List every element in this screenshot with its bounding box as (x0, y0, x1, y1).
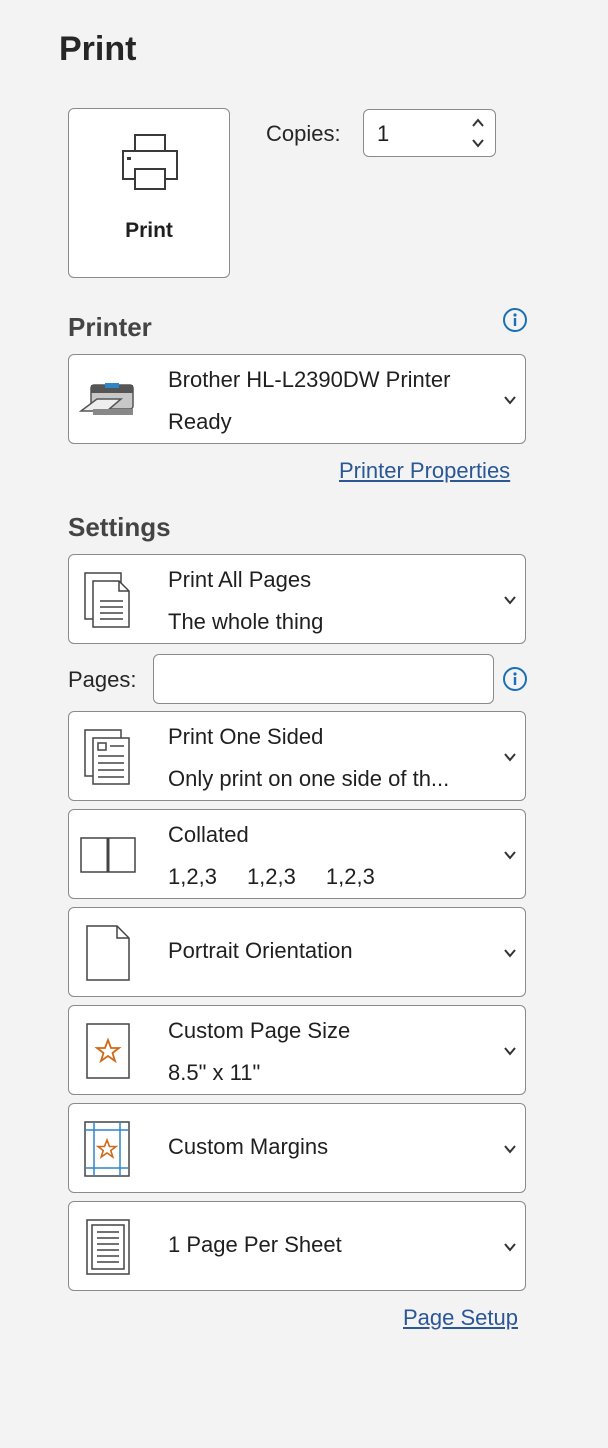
page-title: Print (59, 30, 137, 68)
chevron-down-icon (504, 1243, 516, 1252)
sides-title: Print One Sided (168, 724, 324, 749)
one-sided-icon (84, 729, 130, 785)
copies-label: Copies: (266, 121, 341, 146)
printer-name: Brother HL-L2390DW Printer (168, 367, 451, 392)
chevron-down-icon (504, 1145, 516, 1154)
page-range-subtitle: The whole thing (168, 609, 324, 634)
margins-title: Custom Margins (168, 1134, 329, 1159)
page-size-select[interactable]: Custom Page Size 8.5" x 11" (68, 1005, 526, 1095)
pages-icon (84, 572, 130, 628)
printer-icon (122, 134, 178, 190)
info-icon[interactable] (502, 666, 528, 692)
collation-seq-3: 1,2,3 (325, 864, 375, 889)
printer-status: Ready (168, 409, 232, 434)
chevron-down-icon (504, 1047, 516, 1056)
page-range-title: Print All Pages (168, 567, 312, 592)
page-size-title: Custom Page Size (168, 1018, 351, 1043)
chevron-down-icon (504, 949, 516, 958)
print-button[interactable]: Print (68, 108, 230, 278)
portrait-page-icon (86, 925, 130, 981)
collation-seq-2: 1,2,3 (246, 864, 296, 889)
chevron-down-icon (504, 596, 516, 605)
printer-properties-link[interactable]: Printer Properties (339, 458, 510, 484)
pages-per-sheet-title: 1 Page Per Sheet (168, 1232, 342, 1257)
pages-label: Pages: (68, 667, 137, 692)
chevron-down-icon[interactable] (471, 136, 485, 150)
page-per-sheet-icon (86, 1219, 130, 1275)
printer-select[interactable]: Brother HL-L2390DW Printer Ready (68, 354, 526, 444)
chevron-down-icon (504, 851, 516, 860)
page-size-subtitle: 8.5" x 11" (168, 1060, 261, 1085)
print-button-label: Print (125, 219, 173, 242)
custom-page-size-icon (86, 1023, 130, 1079)
custom-margins-icon (84, 1121, 130, 1177)
chevron-down-icon (504, 396, 516, 405)
page-setup-link[interactable]: Page Setup (403, 1305, 518, 1331)
copies-stepper[interactable]: 1 (363, 109, 496, 157)
page-range-select[interactable]: Print All Pages The whole thing (68, 554, 526, 644)
printer-section-title: Printer (68, 312, 152, 342)
margins-select[interactable]: Custom Margins (68, 1103, 526, 1193)
orientation-select[interactable]: Portrait Orientation (68, 907, 526, 997)
orientation-title: Portrait Orientation (168, 938, 353, 963)
info-icon[interactable] (502, 307, 528, 333)
pages-input[interactable] (153, 654, 494, 704)
pages-per-sheet-select[interactable]: 1 Page Per Sheet (68, 1201, 526, 1291)
collation-select[interactable]: Collated 1,2,3 1,2,3 1,2,3 (68, 809, 526, 899)
chevron-up-icon[interactable] (471, 116, 485, 130)
collation-title: Collated (168, 822, 249, 847)
sides-select[interactable]: Print One Sided Only print on one side o… (68, 711, 526, 801)
collation-sequence: 1,2,3 1,2,3 1,2,3 (168, 864, 405, 890)
copies-value[interactable]: 1 (377, 121, 389, 147)
settings-section-title: Settings (68, 512, 171, 542)
sides-subtitle: Only print on one side of th... (168, 766, 450, 791)
printer-device-icon (79, 383, 134, 415)
chevron-down-icon (504, 753, 516, 762)
collation-seq-1: 1,2,3 (168, 864, 217, 889)
collated-icon (80, 837, 136, 873)
